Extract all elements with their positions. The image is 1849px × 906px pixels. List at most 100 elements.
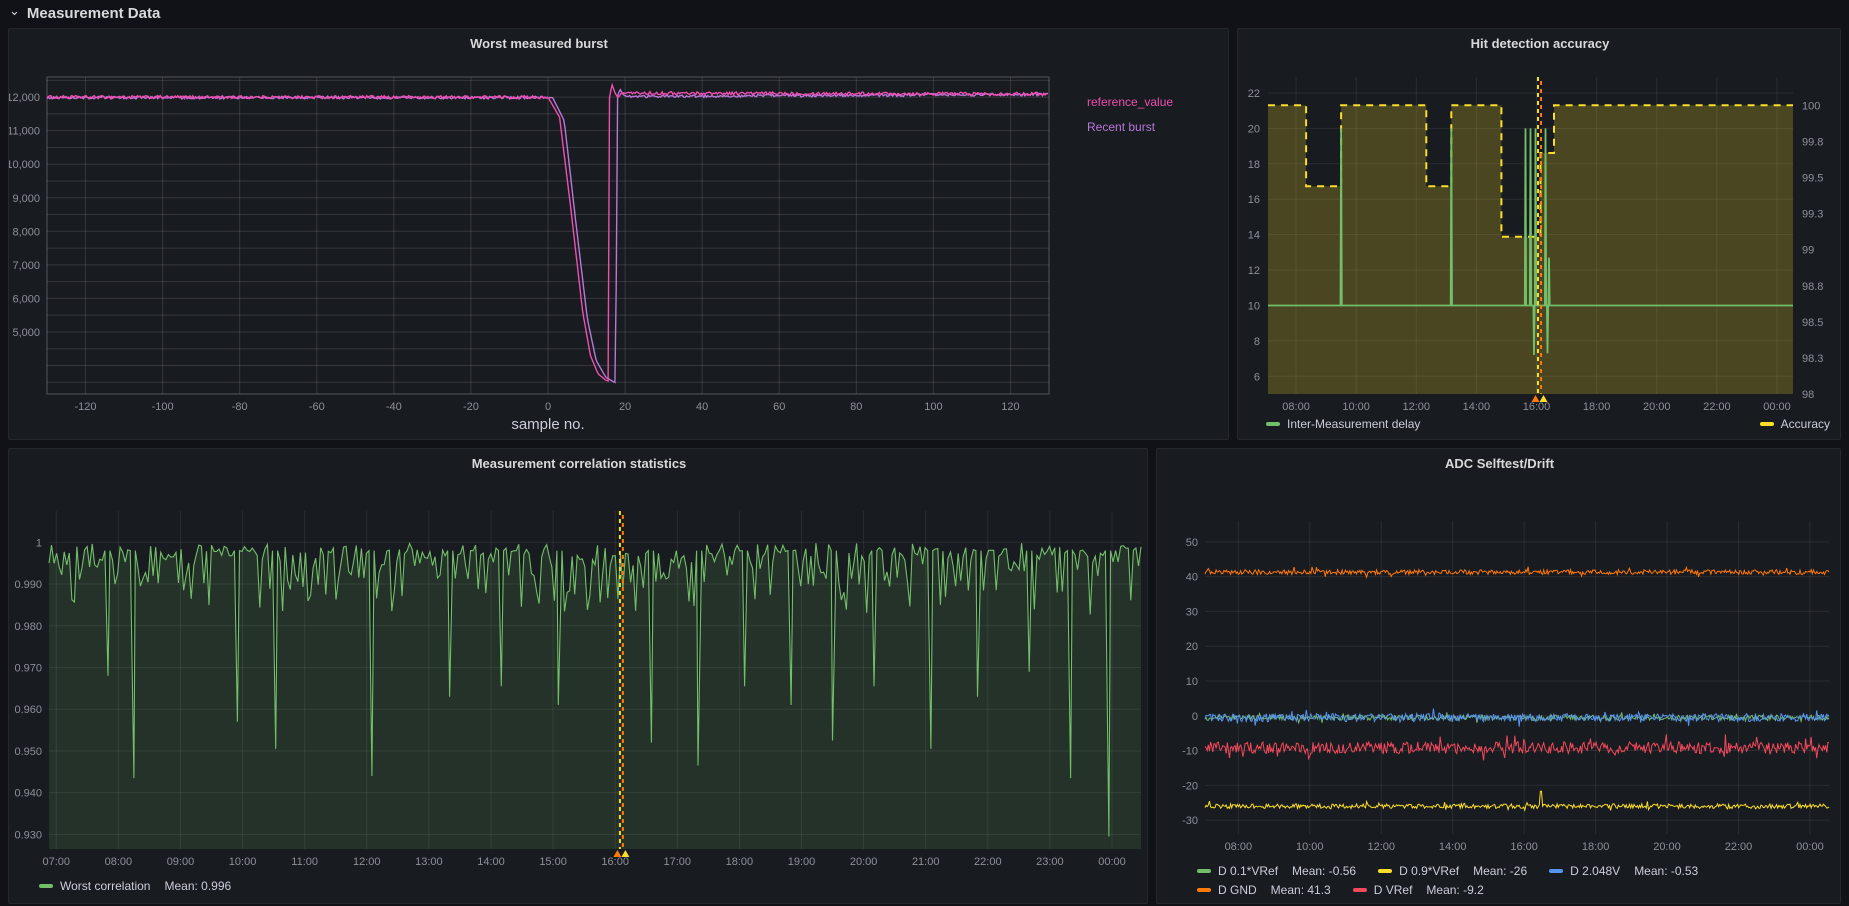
svg-text:0.960: 0.960 [14, 704, 42, 716]
svg-text:0.980: 0.980 [14, 621, 42, 633]
panel-worst-measured-burst: -120-100-80-60-40-200204060801001205,000… [8, 28, 1229, 440]
legend-mean-value: Mean: -0.56 [1292, 864, 1356, 878]
legend-label: Worst correlation [60, 879, 150, 893]
legend-item-d-vref[interactable]: D VRef Mean: -9.2 [1353, 883, 1484, 897]
svg-text:10:00: 10:00 [229, 856, 257, 868]
svg-text:16:00: 16:00 [601, 856, 629, 868]
svg-text:99.8: 99.8 [1802, 136, 1823, 148]
legend-adc-selftest-drift: D 0.1*VRefMean: -0.56 D 0.9*VRefMean: -26… [1197, 864, 1834, 897]
measurement-correlation-chart[interactable]: 07:0008:0009:0010:0011:0012:0013:0014:00… [9, 449, 1149, 905]
legend-item-d-0-1-vref[interactable]: D 0.1*VRefMean: -0.56 [1197, 864, 1356, 878]
svg-text:120: 120 [1001, 401, 1019, 413]
svg-text:5,000: 5,000 [12, 327, 40, 339]
svg-text:18: 18 [1248, 159, 1260, 171]
legend-swatch-icon [39, 884, 53, 888]
legend-item-worst-correlation[interactable]: Worst correlationMean: 0.996 [39, 879, 231, 893]
svg-text:10: 10 [1248, 300, 1260, 312]
legend-mean-value: Mean: -26 [1473, 864, 1527, 878]
grafana-dashboard: { "page": { "section_title": "Measuremen… [0, 0, 1849, 906]
legend-label: Recent burst [1087, 120, 1155, 134]
svg-text:0: 0 [545, 401, 551, 413]
legend-label: Inter-Measurement delay [1287, 417, 1420, 431]
svg-text:0.970: 0.970 [14, 662, 42, 674]
svg-text:11,000: 11,000 [9, 126, 40, 138]
legend-hit-detection-accuracy: Inter-Measurement delay Accuracy [1266, 417, 1830, 431]
legend-swatch-icon [1197, 888, 1211, 892]
svg-text:08:00: 08:00 [1282, 401, 1310, 413]
legend-item-accuracy[interactable]: Accuracy [1760, 417, 1830, 431]
svg-text:98.5: 98.5 [1802, 317, 1823, 329]
legend-label: reference_value [1087, 95, 1173, 109]
svg-text:20: 20 [619, 401, 631, 413]
svg-text:20:00: 20:00 [1653, 841, 1681, 853]
legend-item-recent-burst[interactable]: Recent burst [1087, 120, 1173, 134]
svg-text:10,000: 10,000 [9, 159, 40, 171]
svg-text:40: 40 [1186, 572, 1198, 584]
legend-mean-value: Mean: -0.53 [1634, 864, 1698, 878]
panel-hit-detection-accuracy: 08:0010:0012:0014:0016:0018:0020:0022:00… [1237, 28, 1841, 440]
svg-text:-100: -100 [152, 401, 174, 413]
legend-item-d-0-9-vref[interactable]: D 0.9*VRefMean: -26 [1378, 864, 1527, 878]
legend-swatch-icon [1760, 422, 1774, 426]
svg-text:-20: -20 [1182, 780, 1198, 792]
svg-text:12:00: 12:00 [1367, 841, 1395, 853]
svg-text:18:00: 18:00 [726, 856, 754, 868]
legend-label: D 2.048V [1570, 864, 1620, 878]
legend-swatch-icon [1353, 888, 1367, 892]
svg-text:6: 6 [1254, 371, 1260, 383]
hit-detection-accuracy-chart[interactable]: 08:0010:0012:0014:0016:0018:0020:0022:00… [1238, 29, 1842, 441]
svg-text:20:00: 20:00 [850, 856, 878, 868]
legend-item-d-gnd[interactable]: D GNDMean: 41.3 [1197, 883, 1331, 897]
svg-text:14:00: 14:00 [477, 856, 505, 868]
svg-text:23:00: 23:00 [1036, 856, 1064, 868]
svg-text:20: 20 [1248, 123, 1260, 135]
x-axis-title-sample-no: sample no. [47, 416, 1049, 433]
svg-text:09:00: 09:00 [167, 856, 195, 868]
panel-measurement-correlation-statistics: 07:0008:0009:0010:0011:0012:0013:0014:00… [8, 448, 1148, 904]
svg-text:22: 22 [1248, 88, 1260, 100]
legend-item-d-2-048v[interactable]: D 2.048V Mean: -0.53 [1549, 864, 1698, 878]
legend-swatch-icon [1549, 869, 1563, 873]
svg-text:19:00: 19:00 [788, 856, 816, 868]
section-header[interactable]: ⌄ Measurement Data [0, 0, 160, 26]
svg-text:10:00: 10:00 [1296, 841, 1324, 853]
legend-item-inter-measurement-delay[interactable]: Inter-Measurement delay [1266, 417, 1420, 431]
svg-text:13:00: 13:00 [415, 856, 443, 868]
worst-measured-burst-chart[interactable]: -120-100-80-60-40-200204060801001205,000… [9, 29, 1230, 441]
svg-text:-80: -80 [232, 401, 248, 413]
svg-text:1: 1 [36, 537, 42, 549]
legend-mean-value: Mean: -9.2 [1426, 883, 1483, 897]
panel-adc-selftest-drift: 08:0010:0012:0014:0016:0018:0020:0022:00… [1156, 448, 1841, 904]
svg-text:00:00: 00:00 [1098, 856, 1126, 868]
svg-text:60: 60 [773, 401, 785, 413]
svg-text:18:00: 18:00 [1582, 841, 1610, 853]
svg-text:08:00: 08:00 [1225, 841, 1253, 853]
svg-text:14: 14 [1248, 230, 1260, 242]
section-title: Measurement Data [27, 5, 160, 22]
legend-item-reference-value[interactable]: reference_value [1087, 95, 1173, 109]
svg-text:8: 8 [1254, 336, 1260, 348]
panel-title-measurement-correlation[interactable]: Measurement correlation statistics [9, 456, 1149, 471]
legend-swatch-icon [1197, 869, 1211, 873]
legend-swatch-icon [1378, 869, 1392, 873]
chevron-down-icon: ⌄ [9, 6, 20, 16]
adc-selftest-drift-chart[interactable]: 08:0010:0012:0014:0016:0018:0020:0022:00… [1157, 449, 1842, 905]
svg-text:21:00: 21:00 [912, 856, 940, 868]
panel-title-hit-detection-accuracy[interactable]: Hit detection accuracy [1238, 36, 1842, 51]
svg-text:11:00: 11:00 [291, 856, 318, 868]
svg-text:99.5: 99.5 [1802, 173, 1823, 185]
legend-worst-measured-burst: reference_value Recent burst [1087, 95, 1173, 134]
svg-text:12:00: 12:00 [1403, 401, 1431, 413]
svg-text:22:00: 22:00 [1725, 841, 1753, 853]
panel-title-adc-selftest-drift[interactable]: ADC Selftest/Drift [1157, 456, 1842, 471]
legend-mean-value: Mean: 41.3 [1271, 883, 1331, 897]
panel-title-worst-measured-burst[interactable]: Worst measured burst [9, 36, 1069, 51]
legend-label: D VRef [1374, 883, 1413, 897]
svg-text:15:00: 15:00 [539, 856, 567, 868]
svg-text:0: 0 [1192, 711, 1198, 723]
svg-text:98.3: 98.3 [1802, 353, 1823, 365]
legend-swatch-icon [1266, 422, 1280, 426]
svg-text:50: 50 [1186, 537, 1198, 549]
svg-text:99: 99 [1802, 245, 1814, 257]
svg-text:0.940: 0.940 [14, 788, 42, 800]
